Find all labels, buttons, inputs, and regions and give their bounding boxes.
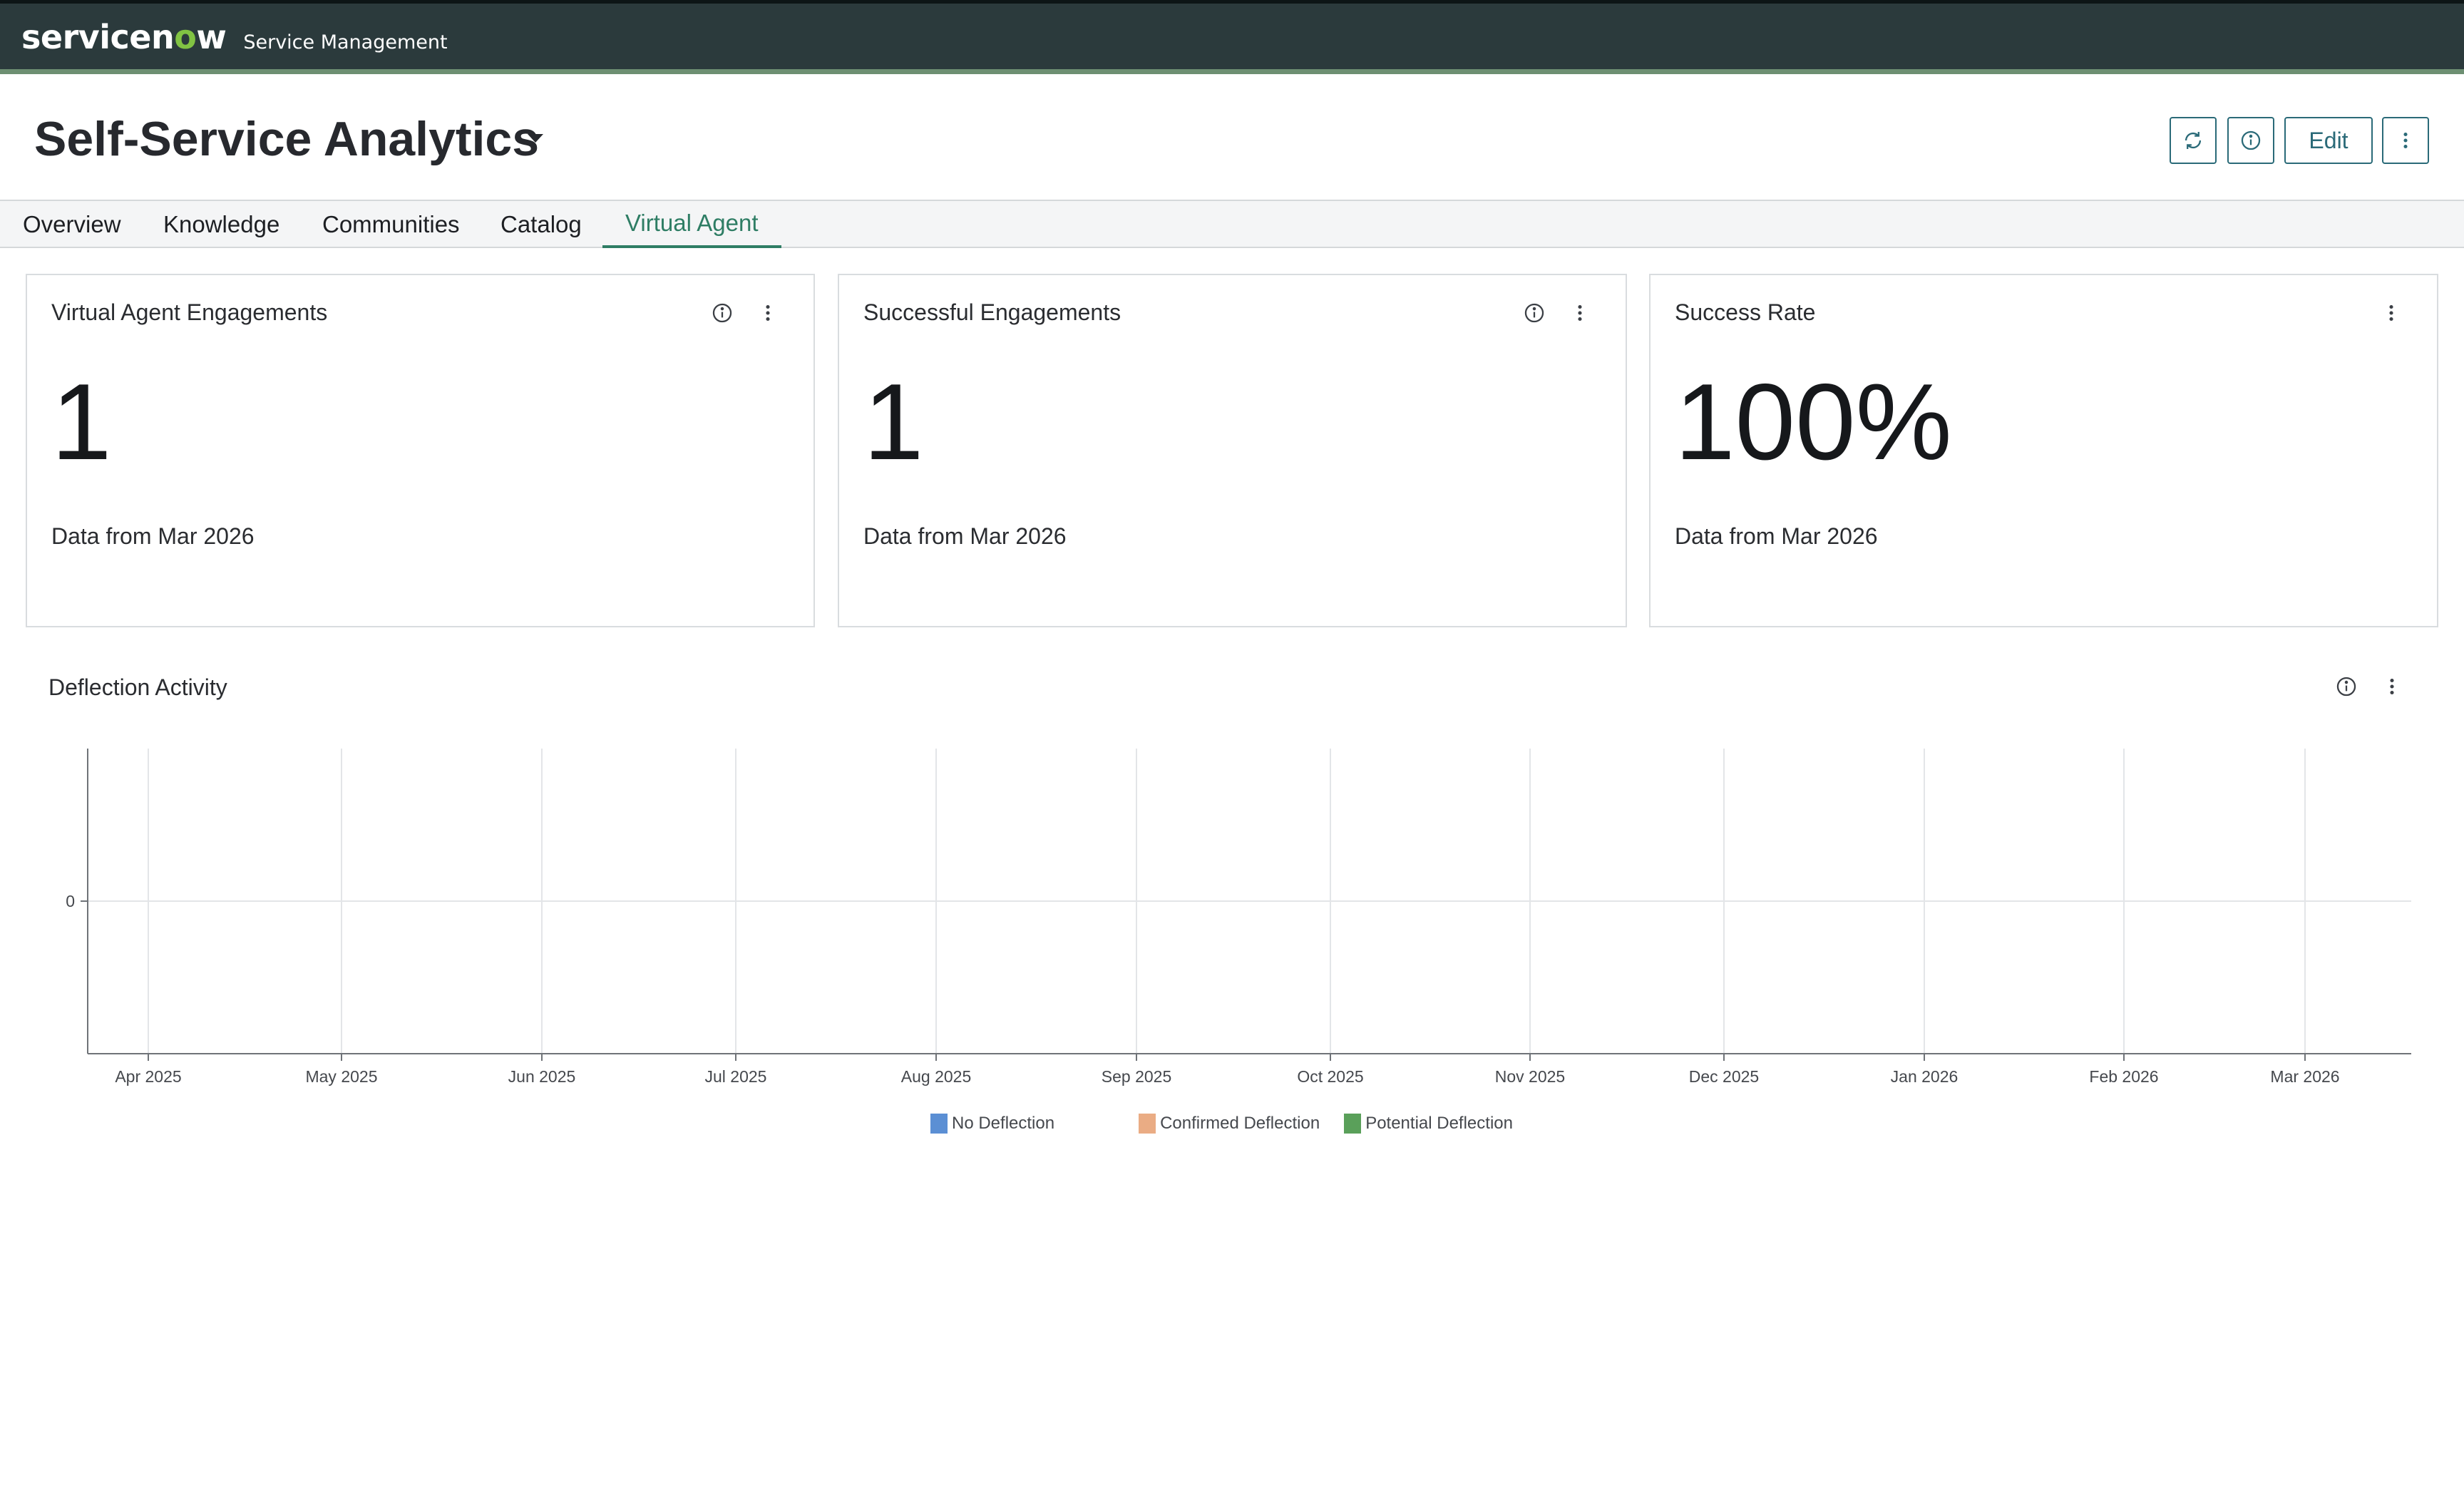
metric-value: 1 [863,361,924,483]
tab-knowledge[interactable]: Knowledge [140,201,302,248]
x-tick-label: Oct 2025 [1297,1067,1363,1086]
x-tick-label: Jul 2025 [705,1067,767,1086]
legend-swatch [930,1114,948,1134]
brand[interactable]: servicenow Service Management [21,18,448,56]
topbar-accent-line [0,69,2464,74]
successful-engagements-card: Successful Engagements 1 Data from Mar 2… [838,274,1627,627]
x-tick-label: Feb 2026 [2089,1067,2158,1086]
legend-swatch [1344,1114,1362,1134]
x-tick-label: Aug 2025 [901,1067,971,1086]
more-vertical-icon [2403,132,2408,149]
more-vertical-icon[interactable] [2379,301,2403,325]
tab-overview[interactable]: Overview [0,201,144,248]
more-vertical-icon[interactable] [756,301,780,325]
x-tick-label: Nov 2025 [1495,1067,1565,1086]
edit-button[interactable]: Edit [2284,117,2373,164]
more-options-button[interactable] [2382,117,2429,164]
tab-catalog[interactable]: Catalog [478,201,605,248]
info-icon[interactable] [2334,674,2358,699]
info-icon[interactable] [710,301,734,325]
x-tick-label: Jun 2025 [508,1067,576,1086]
legend-item[interactable]: Potential Deflection [1344,1114,1513,1134]
refresh-icon [2185,131,2202,150]
more-vertical-icon[interactable] [1568,301,1592,325]
x-tick-label: Dec 2025 [1689,1067,1759,1086]
legend-label: No Deflection [952,1114,1055,1133]
info-icon[interactable] [1522,301,1546,325]
info-button[interactable] [2227,117,2274,164]
virtual-agent-engagements-card: Virtual Agent Engagements 1 Data from Ma… [26,274,815,627]
x-tick-label: May 2025 [305,1067,377,1086]
legend-item[interactable]: Confirmed Deflection [1139,1114,1320,1134]
top-navigation-bar: servicenow Service Management [0,0,2464,69]
tab-virtual-agent[interactable]: Virtual Agent [602,201,781,248]
data-period-label: Data from Mar 2026 [51,523,255,549]
dashboard-header: Self-Service Analytics Edit [0,74,2464,200]
data-period-label: Data from Mar 2026 [1675,523,1878,549]
x-tick-label: Mar 2026 [2270,1067,2339,1086]
chart-title: Deflection Activity [48,674,227,700]
success-rate-card: Success Rate 100% Data from Mar 2026 [1649,274,2438,627]
legend-swatch [1139,1114,1156,1134]
servicenow-logo: servicenow [21,18,227,56]
chart-legend: No Deflection Confirmed Deflection Potenti… [930,1112,1513,1135]
info-icon [2241,130,2261,150]
y-tick-label: 0 [66,892,75,910]
deflection-activity-chart: 0 Apr 2025 May 2025 Jun 2025 Jul 2025 Aug 202… [66,749,2411,1086]
legend-label: Potential Deflection [1365,1114,1513,1133]
product-name: Service Management [243,31,448,53]
refresh-button[interactable] [2170,117,2217,164]
dashboard-switcher-caret-icon[interactable] [528,134,543,143]
card-title: Virtual Agent Engagements [51,299,328,325]
card-title: Successful Engagements [863,299,1121,325]
tab-communities[interactable]: Communities [299,201,483,248]
x-tick-label: Apr 2025 [115,1067,181,1086]
card-title: Success Rate [1675,299,1816,325]
x-tick-label: Jan 2026 [1891,1067,1959,1086]
more-vertical-icon[interactable] [2380,674,2404,699]
dashboard-tabs: Overview Knowledge Communities Catalog V… [0,200,2464,248]
page-title: Self-Service Analytics [34,112,540,166]
legend-item[interactable]: No Deflection [930,1114,1054,1134]
x-tick-label: Sep 2025 [1102,1067,1171,1086]
legend-label: Confirmed Deflection [1160,1114,1320,1133]
metric-value: 1 [51,361,112,483]
metric-value: 100% [1675,361,1952,483]
data-period-label: Data from Mar 2026 [863,523,1067,549]
